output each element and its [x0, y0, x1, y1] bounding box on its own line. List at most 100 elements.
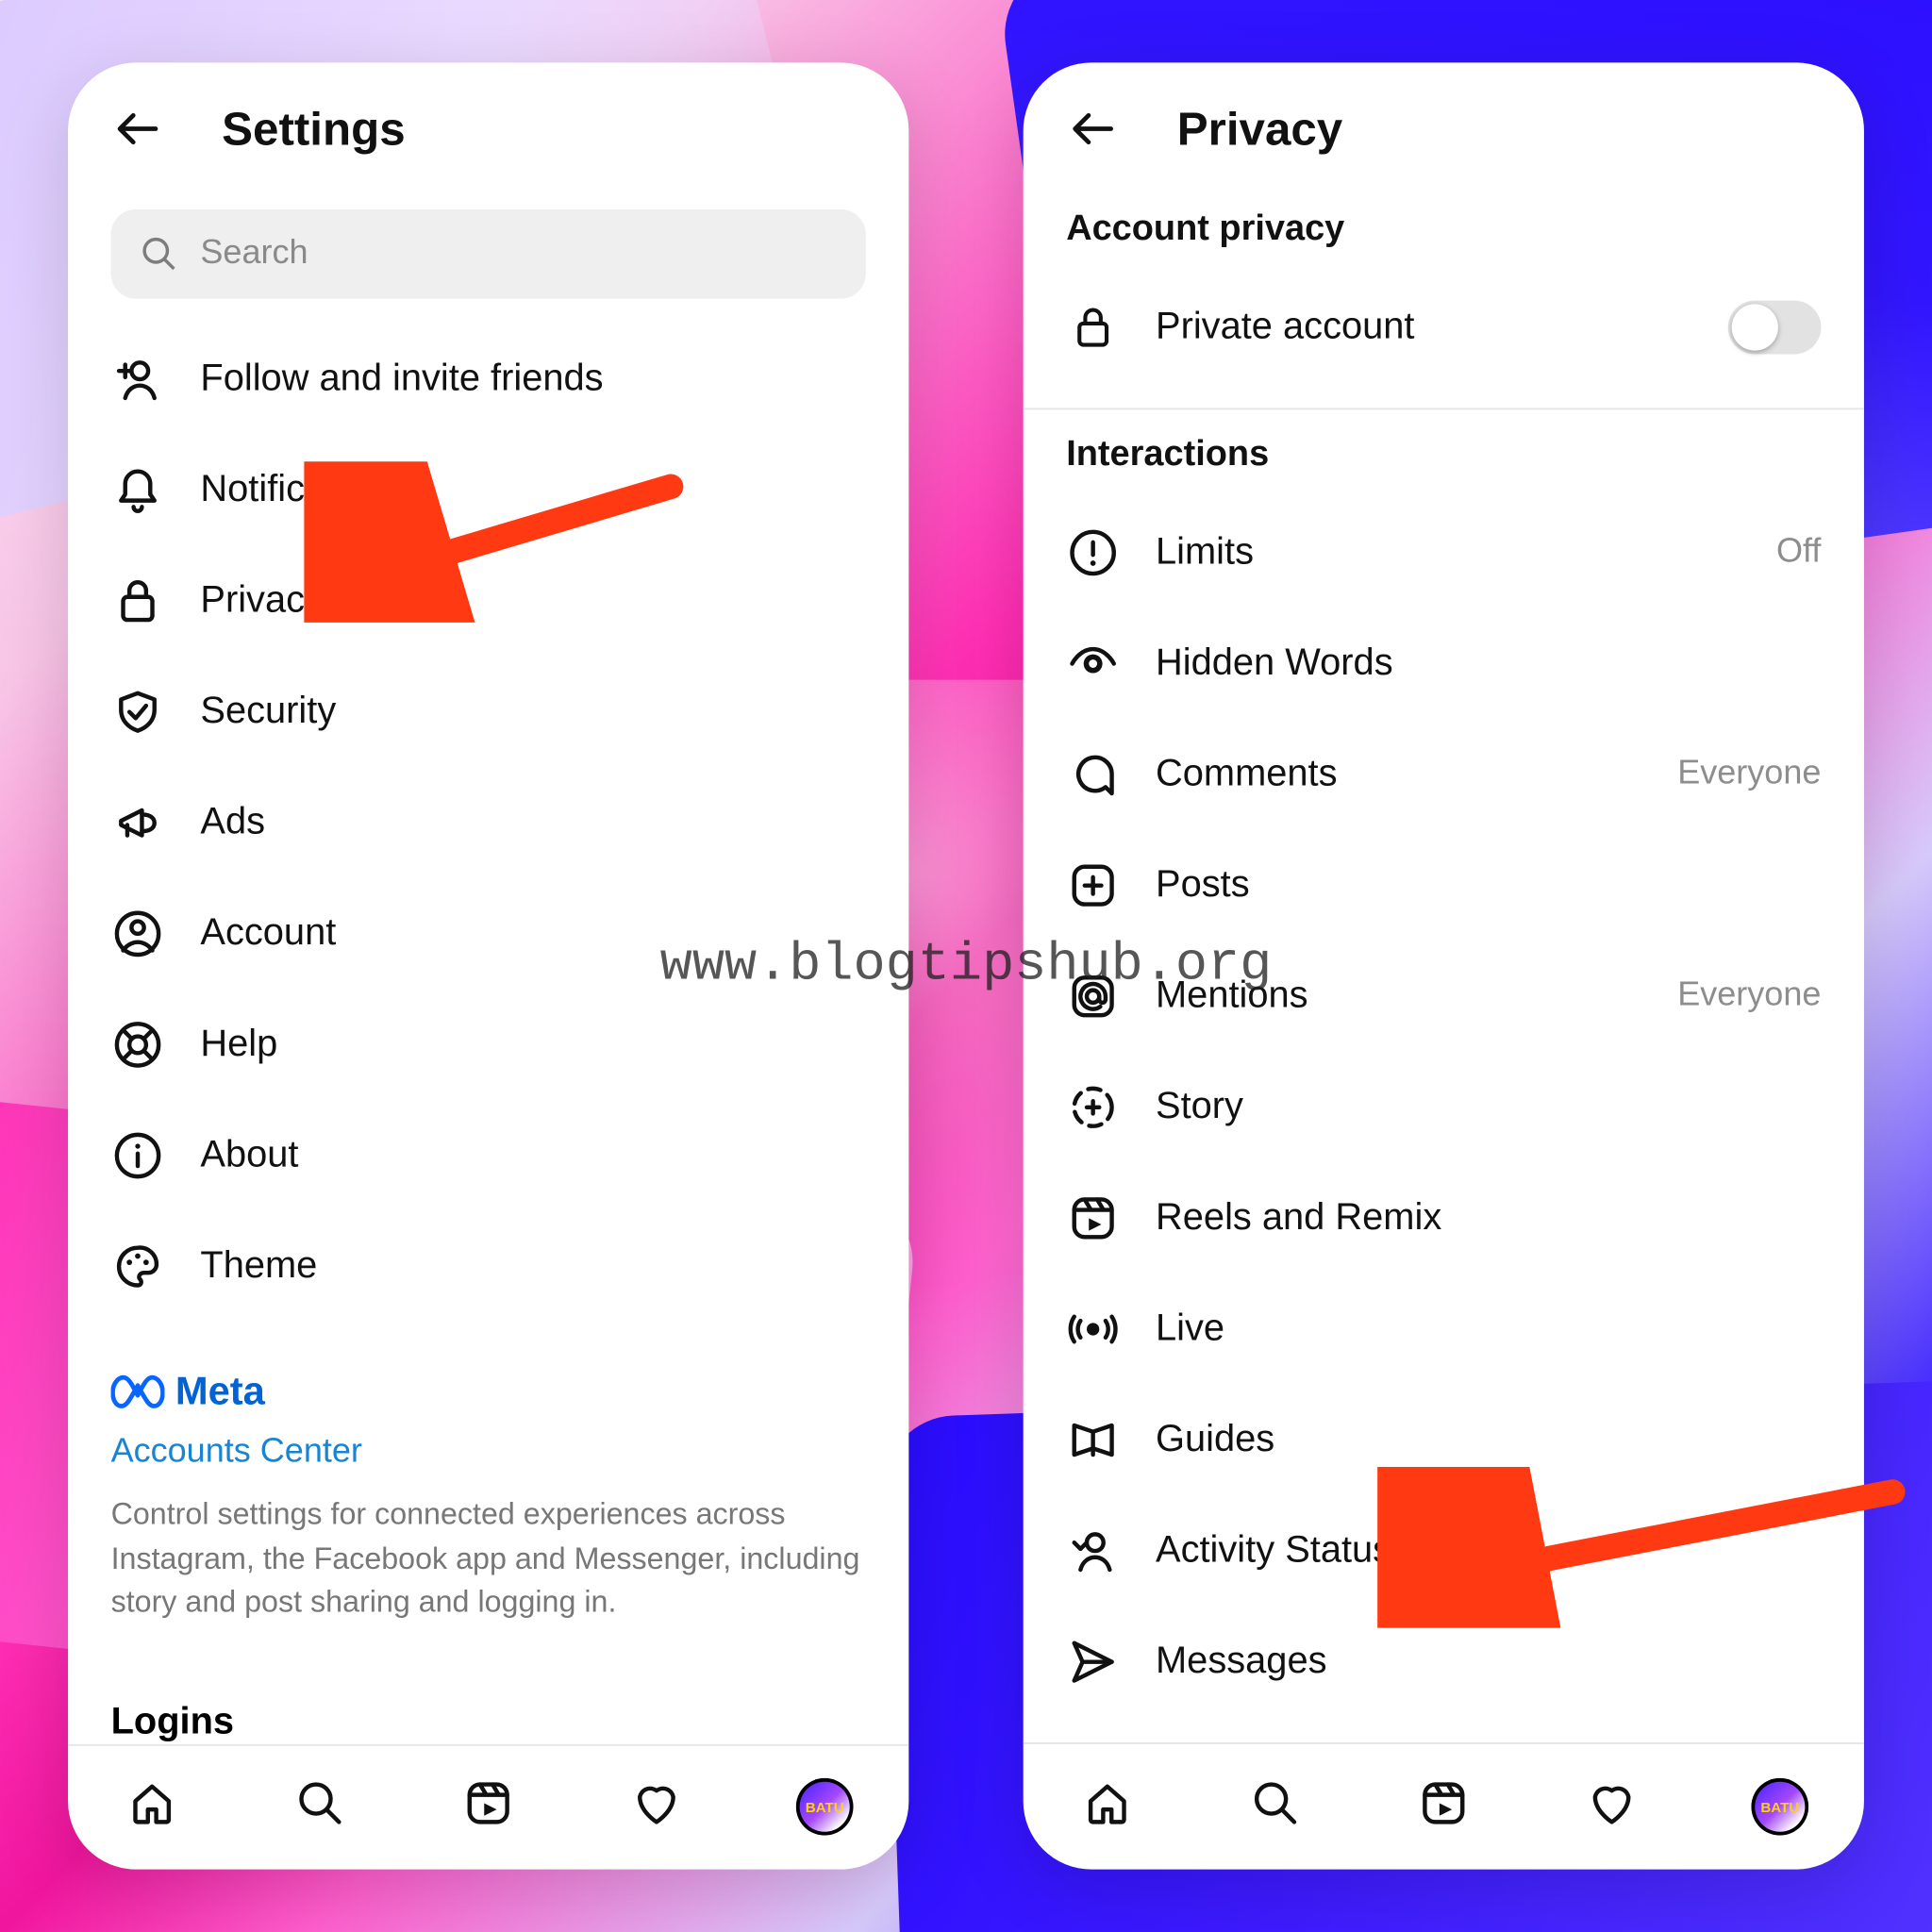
search-icon	[140, 234, 179, 274]
activity-icon	[1066, 1524, 1120, 1578]
home-icon	[127, 1778, 177, 1838]
privacy-item-comment[interactable]: Comments Everyone	[1041, 719, 1846, 830]
privacy-item-eye[interactable]: Hidden Words	[1041, 608, 1846, 720]
search-icon	[1251, 1777, 1301, 1837]
story-icon	[1066, 1080, 1120, 1134]
page-title: Privacy	[1177, 101, 1342, 157]
settings-item-palette[interactable]: Theme	[86, 1211, 891, 1323]
avatar-icon: BATU	[796, 1779, 854, 1837]
watermark: www.blogtipshub.org	[660, 936, 1273, 996]
meta-icon	[111, 1372, 165, 1411]
settings-item-label: About	[200, 1134, 298, 1177]
eye-icon	[1066, 637, 1120, 691]
privacy-item-warn-circle[interactable]: Limits Off	[1041, 497, 1846, 608]
bell-icon	[111, 463, 165, 517]
lock-icon	[111, 575, 165, 628]
back-button[interactable]	[111, 98, 172, 158]
settings-item-label: Theme	[200, 1245, 317, 1289]
plus-square-icon	[1066, 858, 1120, 912]
privacy-item-guides[interactable]: Guides	[1041, 1385, 1846, 1496]
info-icon	[111, 1129, 165, 1183]
nav-home[interactable]	[68, 1746, 236, 1870]
settings-item-megaphone[interactable]: Ads	[86, 768, 891, 879]
nav-heart[interactable]	[573, 1746, 741, 1870]
header: Privacy	[1024, 62, 1864, 184]
account-privacy-header: Account privacy	[1024, 184, 1864, 264]
settings-item-label: Ads	[200, 802, 265, 845]
nav-search[interactable]	[1191, 1744, 1359, 1870]
privacy-item-label: Live	[1156, 1307, 1224, 1351]
header: Settings	[68, 62, 908, 184]
privacy-list: Limits Off Hidden Words Comments Everyon…	[1024, 491, 1864, 1718]
home-icon	[1082, 1777, 1132, 1837]
heart-icon	[1587, 1777, 1637, 1837]
reels-icon	[463, 1778, 513, 1838]
search-placeholder: Search	[200, 234, 308, 274]
bottom-nav: BATU	[1024, 1742, 1864, 1870]
interactions-header: Interactions	[1024, 409, 1864, 490]
comment-icon	[1066, 748, 1120, 802]
privacy-item-reels[interactable]: Reels and Remix	[1041, 1163, 1846, 1274]
settings-item-label: Notifications	[200, 469, 405, 512]
nav-home[interactable]	[1024, 1744, 1191, 1870]
palette-icon	[111, 1240, 165, 1293]
accounts-center-link[interactable]: Accounts Center	[111, 1433, 866, 1473]
privacy-item-send[interactable]: Messages	[1041, 1607, 1846, 1718]
search-input[interactable]: Search	[111, 209, 866, 299]
logins-header: Logins	[68, 1644, 908, 1744]
privacy-item-label: Limits	[1156, 531, 1254, 575]
privacy-item-value: Off	[1776, 533, 1821, 573]
send-icon	[1066, 1635, 1120, 1689]
privacy-item-story[interactable]: Story	[1041, 1052, 1846, 1163]
megaphone-icon	[111, 796, 165, 850]
settings-item-person-plus[interactable]: Follow and invite friends	[86, 324, 891, 435]
settings-item-label: Help	[200, 1024, 277, 1067]
private-account-toggle[interactable]	[1728, 301, 1822, 355]
privacy-item-label: Posts	[1156, 864, 1250, 908]
guides-icon	[1066, 1413, 1120, 1467]
shield-icon	[111, 685, 165, 739]
settings-item-label: Follow and invite friends	[200, 358, 603, 401]
privacy-item-activity[interactable]: Activity Status	[1041, 1495, 1846, 1607]
settings-item-label: Security	[200, 691, 336, 734]
private-account-row: Private account	[1024, 265, 1864, 391]
settings-item-info[interactable]: About	[86, 1100, 891, 1211]
privacy-item-label: Comments	[1156, 753, 1338, 796]
private-account-label: Private account	[1156, 306, 1414, 349]
privacy-item-live[interactable]: Live	[1041, 1274, 1846, 1385]
privacy-item-label: Messages	[1156, 1641, 1327, 1684]
nav-search[interactable]	[236, 1746, 404, 1870]
privacy-item-label: Hidden Words	[1156, 642, 1393, 686]
reels-icon	[1419, 1777, 1469, 1837]
nav-avatar[interactable]: BATU	[1696, 1744, 1864, 1870]
lifebuoy-icon	[111, 1018, 165, 1072]
person-circle-icon	[111, 907, 165, 960]
meta-logo: Meta	[111, 1369, 866, 1415]
settings-list: Follow and invite friends Notifications …	[68, 317, 908, 1323]
live-icon	[1066, 1303, 1120, 1357]
search-icon	[295, 1778, 345, 1838]
lock-icon	[1066, 301, 1120, 355]
settings-item-lifebuoy[interactable]: Help	[86, 990, 891, 1101]
privacy-item-value: Everyone	[1677, 976, 1821, 1016]
privacy-item-label: Activity Status	[1156, 1529, 1391, 1573]
settings-item-lock[interactable]: Privacy	[86, 545, 891, 657]
settings-item-shield[interactable]: Security	[86, 657, 891, 768]
back-button[interactable]	[1066, 98, 1126, 158]
page-title: Settings	[222, 101, 406, 157]
avatar-icon: BATU	[1751, 1778, 1808, 1836]
heart-icon	[631, 1778, 681, 1838]
arrow-left-icon	[111, 102, 165, 156]
nav-avatar[interactable]: BATU	[741, 1746, 908, 1870]
privacy-item-label: Guides	[1156, 1419, 1274, 1462]
nav-reels[interactable]	[405, 1746, 573, 1870]
accounts-center-desc: Control settings for connected experienc…	[111, 1493, 866, 1625]
privacy-item-plus-square[interactable]: Posts	[1041, 830, 1846, 941]
arrow-left-icon	[1066, 102, 1120, 156]
bottom-nav: BATU	[68, 1744, 908, 1870]
meta-block: Meta Accounts Center Control settings fo…	[68, 1322, 908, 1643]
nav-reels[interactable]	[1359, 1744, 1527, 1870]
nav-heart[interactable]	[1527, 1744, 1695, 1870]
settings-item-bell[interactable]: Notifications	[86, 435, 891, 546]
privacy-item-label: Reels and Remix	[1156, 1197, 1441, 1241]
